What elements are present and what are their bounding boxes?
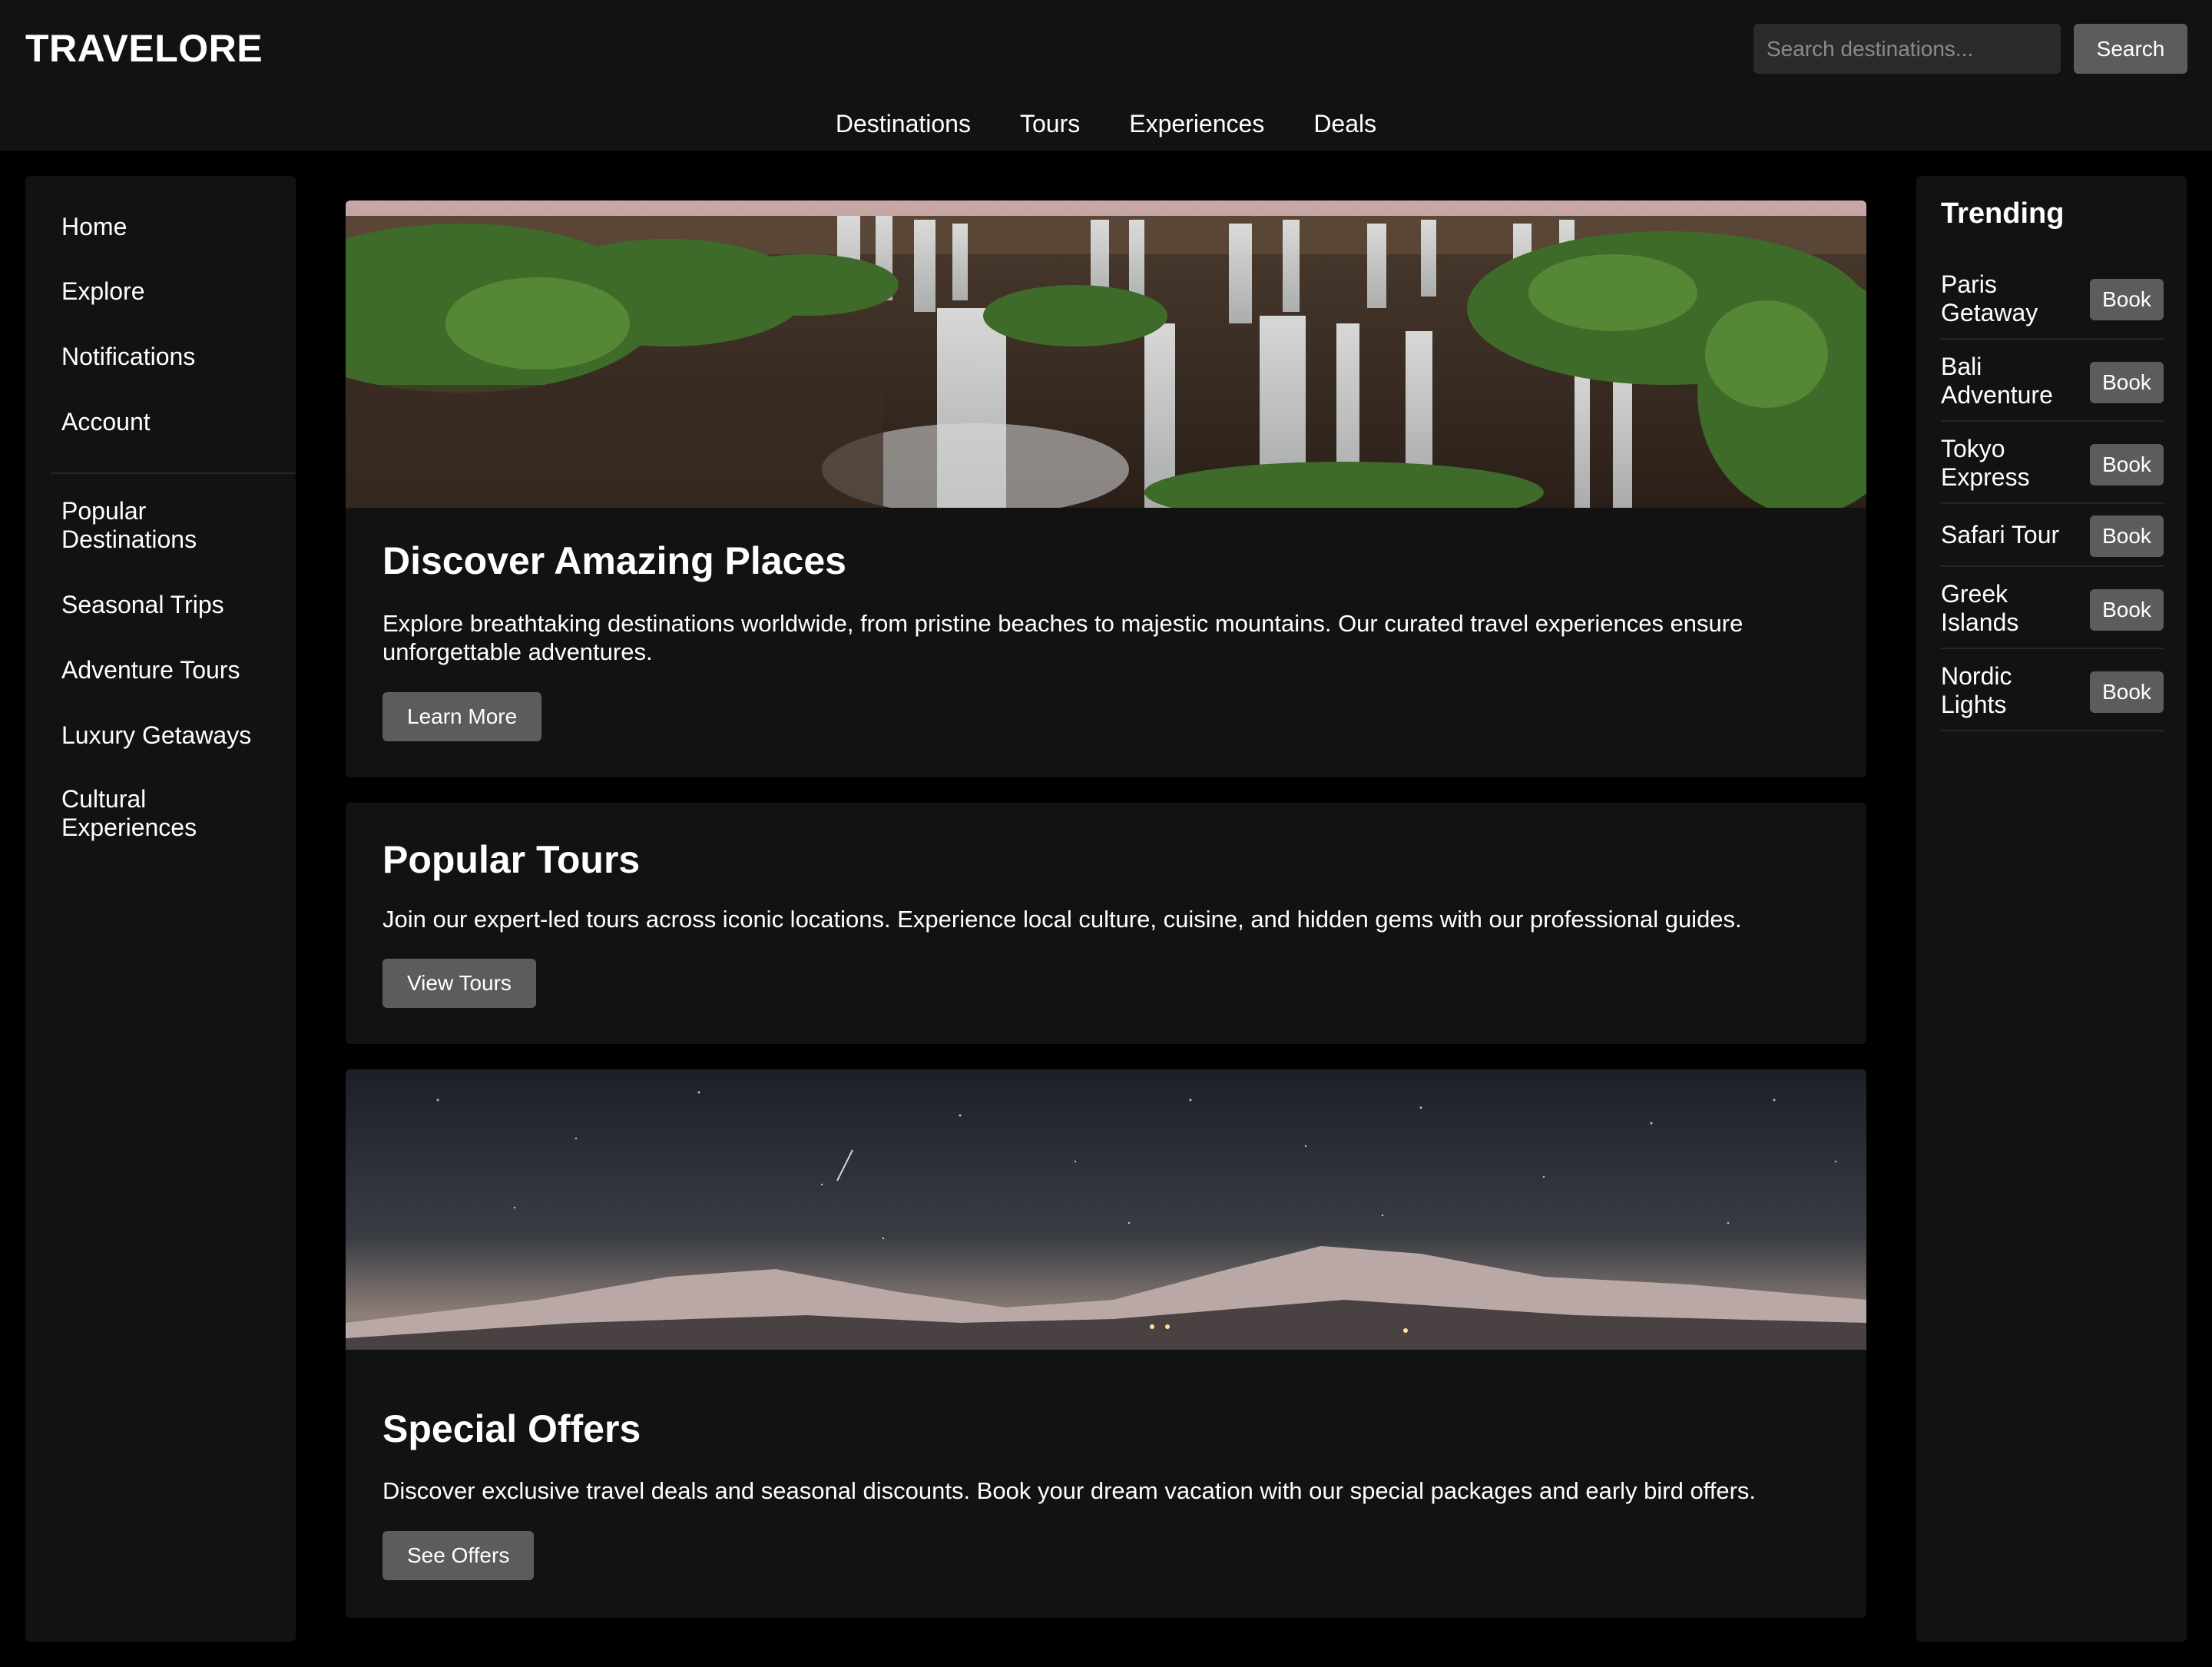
card-title: Discover Amazing Places <box>382 539 846 582</box>
trending-item: Tokyo Express Book <box>1941 422 2164 504</box>
book-button[interactable]: Book <box>2090 444 2164 486</box>
sidebar-divider <box>51 472 296 474</box>
sidebar-item-home[interactable]: Home <box>61 213 284 241</box>
waterfall-image <box>346 201 1866 508</box>
trending-item-name[interactable]: Nordic Lights <box>1941 662 2071 719</box>
trending-item-name[interactable]: Greek Islands <box>1941 580 2071 637</box>
sidebar-item-popular-destinations[interactable]: Popular Destinations <box>61 497 284 554</box>
card-title: Popular Tours <box>382 838 641 881</box>
night-mountains-image <box>346 1069 1866 1377</box>
view-tours-button[interactable]: View Tours <box>382 959 536 1008</box>
trending-item-name[interactable]: Safari Tour <box>1941 521 2094 549</box>
sidebar-item-explore[interactable]: Explore <box>61 277 284 306</box>
nav-experiences[interactable]: Experiences <box>1129 108 1264 139</box>
card-special-offers: Special Offers Discover exclusive travel… <box>346 1069 1866 1618</box>
site-logo[interactable]: TRAVELORE <box>25 26 263 71</box>
top-nav: Destinations Tours Experiences Deals <box>0 108 2212 139</box>
sidebar-item-seasonal-trips[interactable]: Seasonal Trips <box>61 591 284 619</box>
card-popular-tours: Popular Tours Join our expert-led tours … <box>346 803 1866 1044</box>
card-text: Join our expert-led tours across iconic … <box>382 906 1742 933</box>
sidebar-item-luxury-getaways[interactable]: Luxury Getaways <box>61 721 284 750</box>
sidebar-item-adventure-tours[interactable]: Adventure Tours <box>61 656 284 684</box>
book-button[interactable]: Book <box>2090 362 2164 403</box>
trending-item: Nordic Lights Book <box>1941 649 2164 731</box>
card-discover: Discover Amazing Places Explore breathta… <box>346 201 1866 777</box>
card-title: Special Offers <box>382 1407 641 1450</box>
trending-title: Trending <box>1941 197 2065 230</box>
nav-destinations[interactable]: Destinations <box>836 108 971 139</box>
nav-deals[interactable]: Deals <box>1313 108 1376 139</box>
book-button[interactable]: Book <box>2090 279 2164 320</box>
card-text: Explore breathtaking destinations worldw… <box>382 610 1743 665</box>
trending-item: Paris Getaway Book <box>1941 268 2164 340</box>
trending-item: Safari Tour Book <box>1941 504 2164 567</box>
search-input[interactable] <box>1753 24 2061 74</box>
left-sidebar: Home Explore Notifications Account Popul… <box>25 176 296 1642</box>
sidebar-item-account[interactable]: Account <box>61 408 284 436</box>
trending-item: Bali Adventure Book <box>1941 340 2164 422</box>
site-header: TRAVELORE Search Destinations Tours Expe… <box>0 0 2212 151</box>
book-button[interactable]: Book <box>2090 515 2164 557</box>
trending-item: Greek Islands Book <box>1941 567 2164 649</box>
trending-item-name[interactable]: Bali Adventure <box>1941 353 2071 409</box>
nav-tours[interactable]: Tours <box>1020 108 1080 139</box>
book-button[interactable]: Book <box>2090 589 2164 631</box>
book-button[interactable]: Book <box>2090 671 2164 713</box>
learn-more-button[interactable]: Learn More <box>382 692 542 741</box>
card-text: Discover exclusive travel deals and seas… <box>382 1477 1757 1504</box>
sidebar-item-notifications[interactable]: Notifications <box>61 343 284 371</box>
trending-sidebar: Trending Paris Getaway Book Bali Adventu… <box>1916 176 2187 1642</box>
trending-item-name[interactable]: Tokyo Express <box>1941 435 2071 492</box>
trending-item-name[interactable]: Paris Getaway <box>1941 270 2071 327</box>
see-offers-button[interactable]: See Offers <box>382 1531 535 1580</box>
sidebar-item-cultural-experiences[interactable]: Cultural Experiences <box>61 785 284 842</box>
search-button[interactable]: Search <box>2074 24 2187 74</box>
